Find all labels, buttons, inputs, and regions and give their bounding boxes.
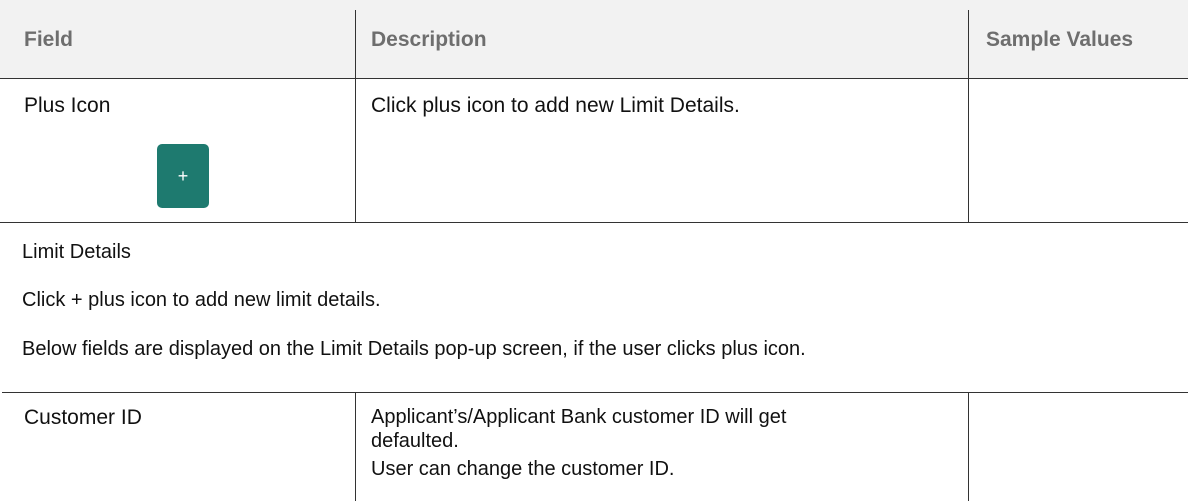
row-field-customer-id: Customer ID — [24, 406, 142, 429]
table2-divider-2 — [968, 392, 969, 501]
description-line-3: User can change the customer ID. — [371, 458, 675, 480]
header-description: Description — [371, 28, 487, 51]
table1-bottom-border — [0, 222, 1188, 223]
table-header-row: Field Description Sample Values — [0, 0, 1188, 78]
section-paragraph-2: Below fields are displayed on the Limit … — [22, 338, 806, 360]
section-heading: Limit Details — [22, 241, 131, 263]
description-line-2: defaulted. — [371, 430, 459, 452]
row-description-customer-id: Applicant’s/Applicant Bank customer ID w… — [371, 405, 786, 481]
row-divider-1 — [355, 78, 356, 223]
header-sample-values: Sample Values — [986, 28, 1134, 51]
header-field: Field — [24, 28, 74, 51]
table2-top-border — [2, 392, 1188, 393]
table2-divider-1 — [355, 392, 356, 501]
row-field-plus-icon: Plus Icon — [24, 94, 111, 117]
plus-icon-button[interactable]: + — [157, 144, 209, 208]
section-paragraph-1: Click + plus icon to add new limit detai… — [22, 289, 381, 311]
plus-icon: + — [177, 165, 189, 186]
description-line-1: Applicant’s/Applicant Bank customer ID w… — [371, 406, 787, 428]
header-divider-2 — [968, 10, 969, 78]
header-divider-1 — [355, 10, 356, 78]
row-description: Click plus icon to add new Limit Details… — [371, 94, 740, 117]
header-bottom-border — [0, 78, 1188, 79]
row-divider-2 — [968, 78, 969, 223]
